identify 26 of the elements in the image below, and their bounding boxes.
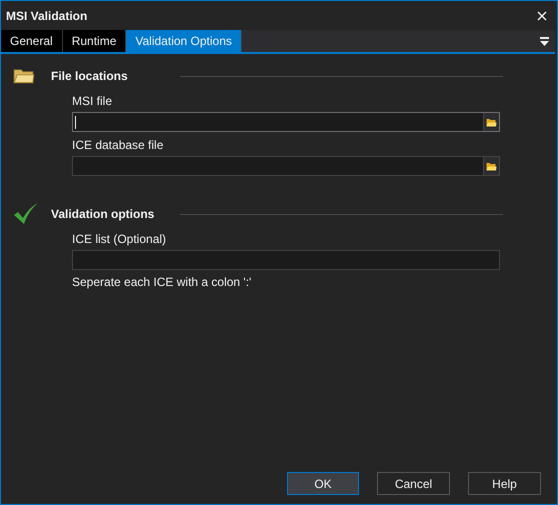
input-field[interactable] (72, 250, 500, 270)
check-icon (13, 202, 39, 226)
close-icon (537, 10, 547, 20)
field-label: ICE database file (72, 138, 164, 152)
input-field[interactable] (72, 156, 500, 176)
dialog-button[interactable]: OK (287, 472, 359, 495)
folder-icon (13, 67, 35, 85)
dialog-button[interactable]: Help (468, 472, 541, 495)
hint-text: Seperate each ICE with a colon ':' (72, 275, 252, 289)
dialog-button[interactable]: Cancel (377, 472, 450, 495)
dropdown-icon (540, 36, 549, 46)
folder-icon (486, 118, 497, 126)
browse-button[interactable] (483, 157, 499, 175)
folder-icon (486, 162, 497, 170)
section-heading: Validation options (51, 207, 154, 221)
tab[interactable]: General (1, 30, 63, 52)
section-heading: File locations (51, 69, 128, 83)
field-label: MSI file (72, 94, 114, 108)
window-title: MSI Validation (6, 8, 88, 22)
browse-button[interactable] (483, 113, 499, 131)
field-label: ICE list (Optional) (72, 232, 168, 246)
input-field[interactable] (72, 112, 500, 132)
tab[interactable]: Runtime (62, 30, 126, 52)
tab[interactable]: Validation Options (126, 30, 242, 52)
text-caret (75, 116, 76, 128)
close-button[interactable] (535, 8, 549, 22)
